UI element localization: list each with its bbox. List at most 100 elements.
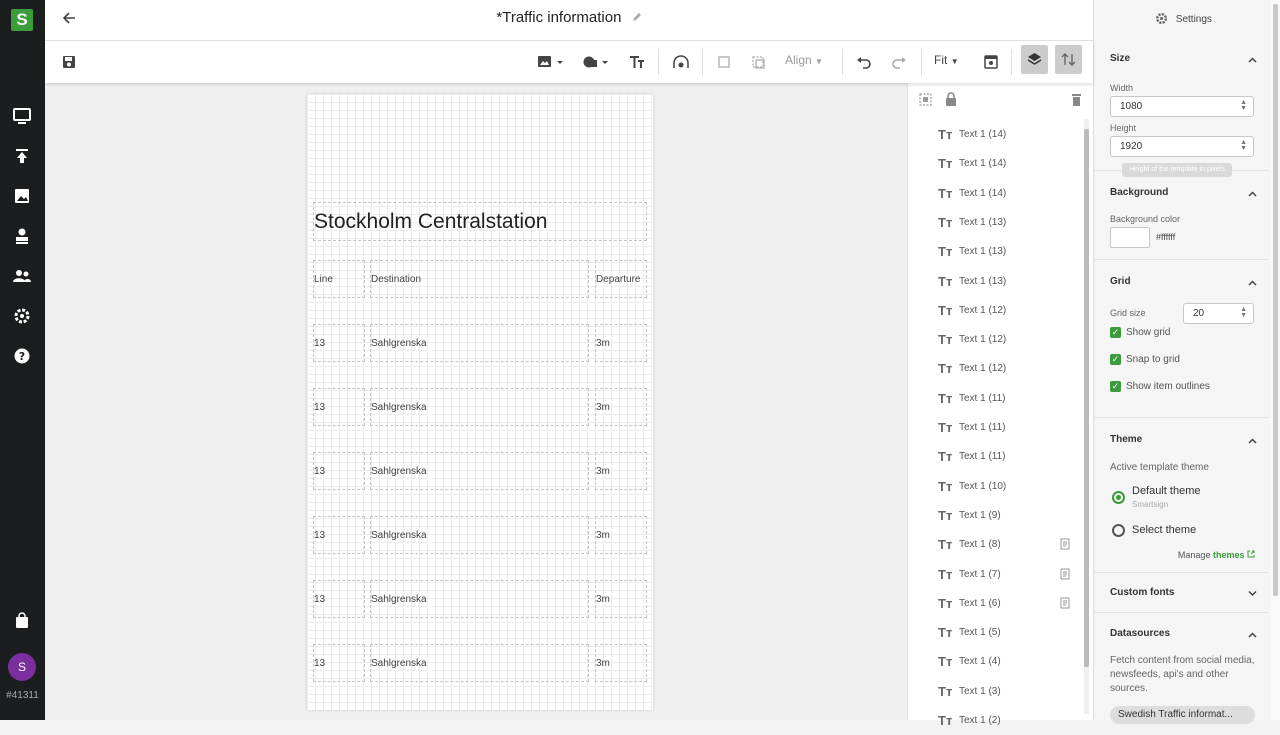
show-outlines-label[interactable]: Show item outlines <box>1126 381 1210 392</box>
station-title[interactable]: Stockholm Centralstation <box>313 202 647 241</box>
chevron-up-icon[interactable] <box>1248 438 1257 444</box>
row-destination[interactable]: Sahlgrenska <box>370 452 589 490</box>
grid-size-field[interactable]: 20 ▲ ▼ <box>1183 303 1254 324</box>
row-line[interactable]: 13 <box>313 516 365 554</box>
datasource-chip[interactable]: Swedish Traffic informat... <box>1110 706 1255 724</box>
select-theme-label[interactable]: Select theme <box>1132 524 1196 536</box>
save-icon[interactable] <box>62 52 76 72</box>
layer-item[interactable]: Tт Text 1 (3) <box>908 677 1080 706</box>
stepper-arrows-icon[interactable]: ▲ ▼ <box>1240 99 1247 112</box>
layer-item[interactable]: Tт Text 1 (11) <box>908 413 1080 442</box>
ungroup-icon[interactable] <box>751 52 767 72</box>
user-avatar[interactable]: S <box>8 653 36 681</box>
manage-themes-text[interactable]: themes <box>1213 550 1245 560</box>
row-departure[interactable]: 3m <box>595 452 647 490</box>
height-field[interactable]: 1920 ▲ ▼ <box>1110 136 1254 157</box>
layer-item[interactable]: Tт Text 1 (13) <box>908 237 1080 266</box>
preview-icon[interactable] <box>983 52 999 72</box>
group-icon[interactable] <box>716 52 732 72</box>
select-all-icon[interactable] <box>919 93 932 106</box>
add-shape-icon[interactable] <box>581 52 611 72</box>
row-destination[interactable]: Sahlgrenska <box>370 324 589 362</box>
redo-icon[interactable] <box>890 52 908 72</box>
add-text-icon[interactable] <box>628 52 646 72</box>
app-logo[interactable]: S <box>11 9 33 31</box>
row-line[interactable]: 13 <box>313 644 365 682</box>
layer-item[interactable]: Tт Text 1 (14) <box>908 149 1080 178</box>
layer-item[interactable]: Tт Text 1 (11) <box>908 442 1080 471</box>
settings-scroll-thumb[interactable] <box>1273 4 1278 596</box>
theme-title[interactable]: Theme <box>1110 434 1142 445</box>
header-destination[interactable]: Destination <box>370 260 589 298</box>
edit-pencil-icon[interactable] <box>632 12 642 22</box>
grid-title[interactable]: Grid <box>1110 276 1131 287</box>
stepper-arrows-icon[interactable]: ▲ ▼ <box>1240 306 1247 319</box>
stepper-arrows-icon[interactable]: ▲ ▼ <box>1240 139 1247 152</box>
layer-item[interactable]: Tт Text 1 (6) <box>908 589 1080 618</box>
row-line[interactable]: 13 <box>313 452 365 490</box>
background-color-swatch[interactable] <box>1110 227 1150 248</box>
layer-item[interactable]: Tт Text 1 (12) <box>908 354 1080 383</box>
row-destination[interactable]: Sahlgrenska <box>370 644 589 682</box>
properties-toggle[interactable] <box>1055 45 1082 74</box>
row-line[interactable]: 13 <box>313 580 365 618</box>
template-name[interactable]: *Traffic information <box>496 9 621 26</box>
row-departure[interactable]: 3m <box>595 388 647 426</box>
background-title[interactable]: Background <box>1110 187 1168 198</box>
row-destination[interactable]: Sahlgrenska <box>370 516 589 554</box>
row-departure[interactable]: 3m <box>595 580 647 618</box>
row-departure[interactable]: 3m <box>595 644 647 682</box>
snap-to-grid-label[interactable]: Snap to grid <box>1126 354 1180 365</box>
layer-item[interactable]: Tт Text 1 (7) <box>908 560 1080 589</box>
widget-icon[interactable] <box>672 52 690 72</box>
layer-item[interactable]: Tт Text 1 (11) <box>908 384 1080 413</box>
layer-item[interactable]: Tт Text 1 (8) <box>908 530 1080 559</box>
row-line[interactable]: 13 <box>313 388 365 426</box>
show-grid-checkbox[interactable]: ✓ <box>1110 327 1121 338</box>
layer-item[interactable]: Tт Text 1 (10) <box>908 472 1080 501</box>
manage-themes-link[interactable]: Manage themes <box>1178 550 1255 560</box>
snap-to-grid-checkbox[interactable]: ✓ <box>1110 354 1121 365</box>
trash-icon[interactable] <box>1071 93 1082 106</box>
custom-fonts-title[interactable]: Custom fonts <box>1110 587 1174 598</box>
select-theme-radio[interactable] <box>1112 524 1125 537</box>
monitor-icon[interactable] <box>12 106 32 126</box>
chevron-up-icon[interactable] <box>1248 191 1257 197</box>
row-departure[interactable]: 3m <box>595 516 647 554</box>
default-theme-label[interactable]: Default theme <box>1132 485 1200 497</box>
chevron-up-icon[interactable] <box>1248 280 1257 286</box>
width-field[interactable]: 1080 ▲ ▼ <box>1110 96 1254 117</box>
align-menu[interactable]: Align ▼ <box>785 53 823 67</box>
header-line[interactable]: Line <box>313 260 365 298</box>
layer-item[interactable]: Tт Text 1 (12) <box>908 296 1080 325</box>
show-grid-label[interactable]: Show grid <box>1126 327 1170 338</box>
layer-item[interactable]: Tт Text 1 (9) <box>908 501 1080 530</box>
row-destination[interactable]: Sahlgrenska <box>370 580 589 618</box>
layer-item[interactable]: Tт Text 1 (5) <box>908 618 1080 647</box>
show-outlines-checkbox[interactable]: ✓ <box>1110 381 1121 392</box>
chevron-up-icon[interactable] <box>1248 57 1257 63</box>
header-departure[interactable]: Departure <box>595 260 647 298</box>
template-page[interactable]: Stockholm Centralstation Line Destinatio… <box>307 94 653 710</box>
zoom-menu[interactable]: Fit ▼ <box>934 53 959 67</box>
layer-item[interactable]: Tт Text 1 (13) <box>908 208 1080 237</box>
layer-item[interactable]: Tт Text 1 (14) <box>908 120 1080 149</box>
layer-item[interactable]: Tт Text 1 (2) <box>908 706 1080 735</box>
row-line[interactable]: 13 <box>313 324 365 362</box>
gear-icon[interactable] <box>12 306 32 326</box>
users-icon[interactable] <box>12 266 32 286</box>
template-stamp-icon[interactable] <box>12 226 32 246</box>
layer-item[interactable]: Tт Text 1 (4) <box>908 647 1080 676</box>
add-image-icon[interactable] <box>536 52 566 72</box>
chevron-up-icon[interactable] <box>1248 632 1257 638</box>
layer-item[interactable]: Tт Text 1 (14) <box>908 179 1080 208</box>
layer-item[interactable]: Tт Text 1 (12) <box>908 325 1080 354</box>
upload-icon[interactable] <box>12 146 32 166</box>
undo-icon[interactable] <box>855 52 873 72</box>
chevron-down-icon[interactable] <box>1248 590 1257 596</box>
shopping-bag-icon[interactable] <box>12 611 32 631</box>
help-icon[interactable]: ? <box>12 346 32 366</box>
row-destination[interactable]: Sahlgrenska <box>370 388 589 426</box>
page-title[interactable]: *Traffic information <box>45 9 1093 26</box>
size-title[interactable]: Size <box>1110 53 1130 64</box>
